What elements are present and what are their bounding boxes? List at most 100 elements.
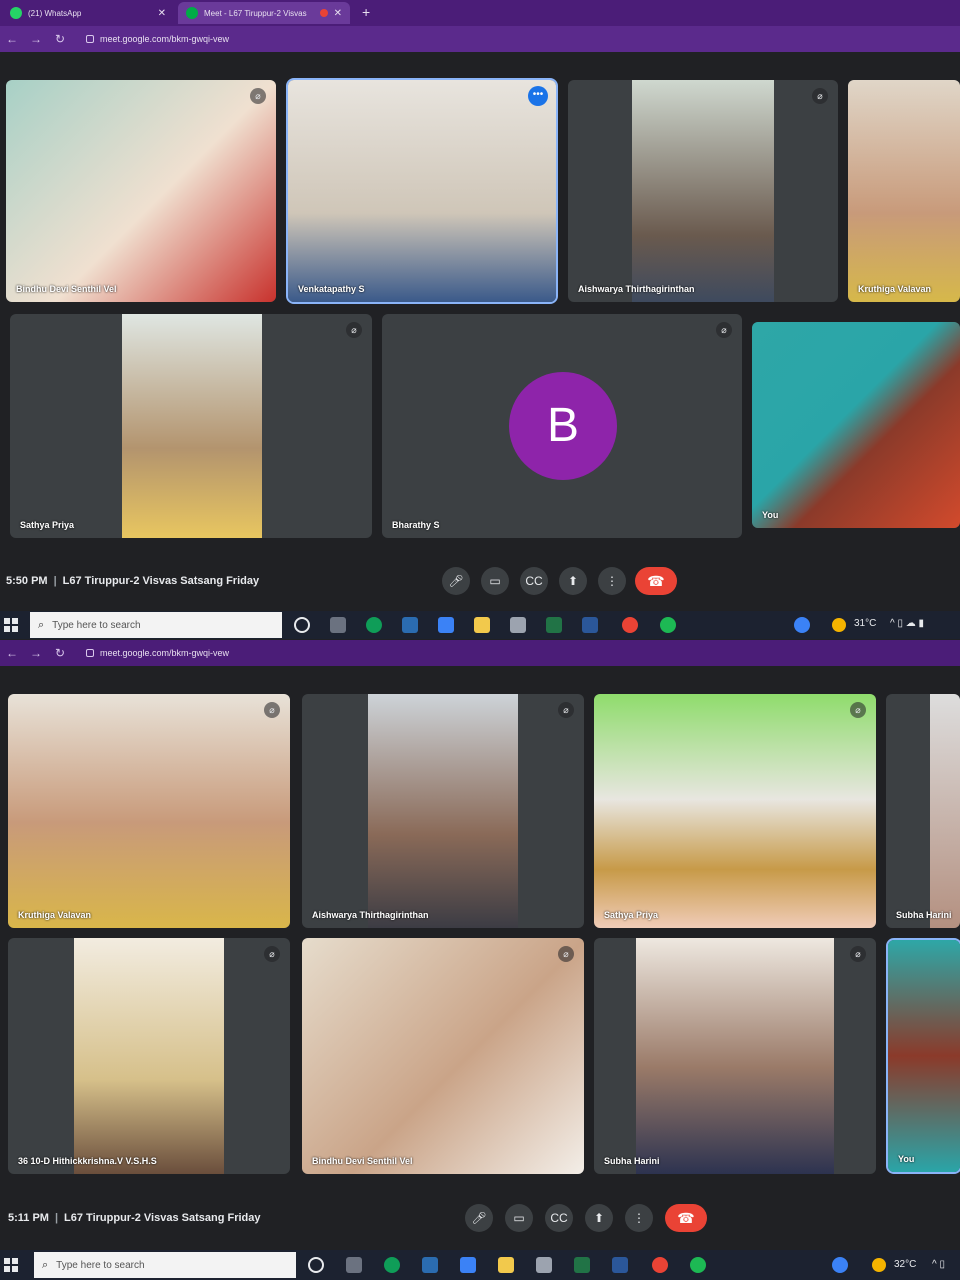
close-tab-icon[interactable]: ✕ [334, 8, 342, 19]
participant-video [288, 80, 556, 302]
participant-tile[interactable]: Subha Harini [886, 694, 960, 928]
mic-off-icon: ⌀ [558, 702, 574, 718]
edge-icon[interactable] [384, 1257, 400, 1273]
dropbox-icon[interactable] [460, 1257, 476, 1273]
app-icon[interactable] [510, 617, 526, 633]
reload-icon[interactable]: ↻ [48, 32, 72, 46]
mail-icon[interactable] [422, 1257, 438, 1273]
cortana-icon[interactable] [294, 617, 310, 633]
camera-button[interactable]: ▭ [505, 1204, 533, 1232]
participant-tile[interactable]: ⌀ Bindhu Devi Senthil Vel [302, 938, 584, 1174]
edge-icon[interactable] [366, 617, 382, 633]
meet-icon [186, 7, 198, 19]
participant-tile[interactable]: Kruthiga Valavan [848, 80, 960, 302]
tab-meet[interactable]: Meet - L67 Tiruppur-2 Visvas ✕ [178, 2, 350, 24]
mic-off-icon: ⌀ [250, 88, 266, 104]
mic-button[interactable]: 🎤︎ [465, 1204, 493, 1232]
present-button[interactable]: ⬆ [559, 567, 587, 595]
back-icon[interactable]: ← [0, 32, 24, 46]
meeting-time: 5:50 PM [6, 575, 48, 587]
participant-tile[interactable]: ⌀ Subha Harini [594, 938, 876, 1174]
spotify-icon[interactable] [690, 1257, 706, 1273]
participant-tile[interactable]: ⌀ Kruthiga Valavan [8, 694, 290, 928]
participant-tile[interactable]: ⌀ Bindhu Devi Senthil Vel [6, 80, 276, 302]
recording-dot-icon [319, 9, 328, 17]
file-explorer-icon[interactable] [474, 617, 490, 633]
back-icon[interactable]: ← [0, 646, 24, 660]
present-button[interactable]: ⬆ [585, 1204, 613, 1232]
url-text[interactable]: meet.google.com/bkm-gwqi-vew [100, 34, 229, 44]
help-icon[interactable] [794, 617, 810, 633]
participant-video [6, 80, 276, 302]
participant-video [74, 938, 224, 1174]
lock-icon [86, 35, 94, 43]
participant-tile[interactable]: ⌀ 36 10-D Hithickkrishna.V V.S.H.S [8, 938, 290, 1174]
help-icon[interactable] [832, 1257, 848, 1273]
search-placeholder: Type here to search [52, 619, 141, 631]
temperature: 31°C [854, 618, 877, 629]
forward-icon[interactable]: → [24, 646, 48, 660]
captions-button[interactable]: CC [520, 567, 548, 595]
browser-tabbar: (21) WhatsApp ✕ Meet - L67 Tiruppur-2 Vi… [0, 0, 960, 26]
participant-name: Bharathy S [392, 520, 440, 530]
participant-name: Aishwarya Thirthagirinthan [578, 284, 695, 294]
participant-tile[interactable]: B ⌀ Bharathy S [382, 314, 742, 538]
self-tile[interactable]: You [752, 322, 960, 528]
task-view-icon[interactable] [330, 617, 346, 633]
chrome-icon[interactable] [622, 617, 638, 633]
dropbox-icon[interactable] [438, 617, 454, 633]
address-bar: ← → ↻ meet.google.com/bkm-gwqi-vew [0, 26, 960, 52]
participant-tile-active[interactable]: ••• Venkatapathy S [286, 78, 558, 304]
cortana-icon[interactable] [308, 1257, 324, 1273]
participant-name: Venkatapathy S [298, 284, 365, 294]
new-tab-icon[interactable]: + [362, 4, 370, 20]
camera-button[interactable]: ▭ [481, 567, 509, 595]
participant-tile[interactable]: ⌀ Sathya Priya [594, 694, 876, 928]
app-icon[interactable] [536, 1257, 552, 1273]
taskbar-search[interactable]: ⌕ Type here to search [30, 612, 282, 638]
chrome-icon[interactable] [652, 1257, 668, 1273]
word-icon[interactable] [612, 1257, 628, 1273]
participant-tile[interactable]: ⌀ Sathya Priya [10, 314, 372, 538]
more-options-button[interactable]: ⋮ [598, 567, 626, 595]
file-explorer-icon[interactable] [498, 1257, 514, 1273]
participant-name: 36 10-D Hithickkrishna.V V.S.H.S [18, 1156, 157, 1166]
participant-tile[interactable]: ⌀ Aishwarya Thirthagirinthan [568, 80, 838, 302]
mic-button[interactable]: 🎤︎ [442, 567, 470, 595]
end-call-button[interactable]: ☎ [635, 567, 677, 595]
more-options-icon[interactable]: ••• [528, 86, 548, 106]
participant-tile[interactable]: ⌀ Aishwarya Thirthagirinthan [302, 694, 584, 928]
participant-video [594, 694, 876, 928]
meeting-time: 5:11 PM [8, 1212, 49, 1224]
windows-start-icon[interactable] [4, 618, 18, 632]
participant-name: You [898, 1154, 915, 1164]
mic-off-icon: ⌀ [346, 322, 362, 338]
word-icon[interactable] [582, 617, 598, 633]
mail-icon[interactable] [402, 617, 418, 633]
tray-icons[interactable]: ^ ▯ [932, 1259, 945, 1270]
self-video [752, 322, 960, 528]
end-call-button[interactable]: ☎ [665, 1204, 707, 1232]
url-text[interactable]: meet.google.com/bkm-gwqi-vew [100, 648, 229, 658]
spotify-icon[interactable] [660, 617, 676, 633]
more-options-button[interactable]: ⋮ [625, 1204, 653, 1232]
reload-icon[interactable]: ↻ [48, 646, 72, 660]
tray-icons[interactable]: ^ ▯ ☁ ▮ [890, 618, 924, 629]
mic-off-icon: ⌀ [558, 946, 574, 962]
taskbar-search[interactable]: ⌕ Type here to search [34, 1252, 296, 1278]
captions-button[interactable]: CC [545, 1204, 573, 1232]
mic-off-icon: ⌀ [716, 322, 732, 338]
task-view-icon[interactable] [346, 1257, 362, 1273]
address-bar: ← → ↻ meet.google.com/bkm-gwqi-vew [0, 640, 960, 666]
self-tile[interactable]: You [886, 938, 960, 1174]
close-tab-icon[interactable]: ✕ [158, 8, 166, 19]
excel-icon[interactable] [546, 617, 562, 633]
participant-video [8, 694, 290, 928]
weather-icon [872, 1258, 886, 1272]
excel-icon[interactable] [574, 1257, 590, 1273]
meeting-info: 5:50 PM | L67 Tiruppur-2 Visvas Satsang Fr… [6, 575, 260, 587]
search-icon: ⌕ [38, 618, 45, 631]
tab-whatsapp[interactable]: (21) WhatsApp ✕ [2, 2, 174, 24]
forward-icon[interactable]: → [24, 32, 48, 46]
windows-start-icon[interactable] [4, 1258, 18, 1272]
